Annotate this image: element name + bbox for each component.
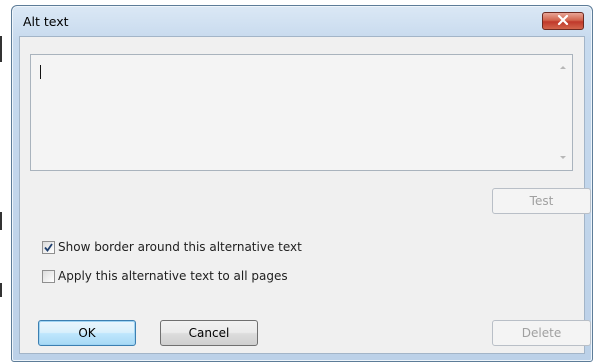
text-caret <box>40 65 41 79</box>
test-button[interactable]: Test <box>492 188 591 214</box>
apply-all-pages-checkbox[interactable] <box>42 269 55 283</box>
alt-text-input[interactable] <box>30 54 573 171</box>
background-window-edge <box>0 0 11 364</box>
show-border-label: Show border around this alternative text <box>58 240 302 254</box>
scroll-up-arrow-icon[interactable] <box>560 66 566 69</box>
cancel-button[interactable]: Cancel <box>160 320 258 346</box>
vertical-scrollbar[interactable] <box>555 55 572 170</box>
apply-all-pages-label: Apply this alternative text to all pages <box>58 269 288 283</box>
checkmark-icon <box>44 242 53 252</box>
ok-button[interactable]: OK <box>38 320 136 346</box>
scroll-down-arrow-icon[interactable] <box>560 156 566 159</box>
show-border-option[interactable]: Show border around this alternative text <box>42 240 302 254</box>
dialog-body: Test Show border around this alternative… <box>19 36 591 354</box>
close-x-icon <box>557 14 569 28</box>
title-bar[interactable]: Alt text <box>12 6 592 36</box>
close-button[interactable] <box>542 12 584 30</box>
dialog-title: Alt text <box>23 14 69 29</box>
delete-button[interactable]: Delete <box>492 320 591 346</box>
apply-all-pages-option[interactable]: Apply this alternative text to all pages <box>42 269 288 283</box>
alt-text-dialog: Alt text Test Show border around this al… <box>11 5 593 362</box>
show-border-checkbox[interactable] <box>42 240 55 254</box>
